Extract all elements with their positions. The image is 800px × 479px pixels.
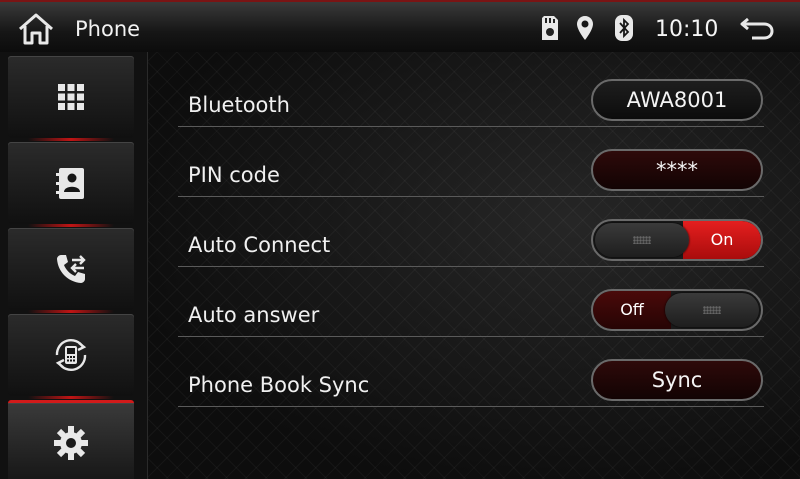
toggle-off-label: Off (593, 291, 671, 329)
toggle-knob[interactable] (595, 223, 689, 257)
call-transfer-icon (57, 255, 86, 283)
home-icon[interactable] (16, 11, 56, 47)
pin-code-label: PIN code (188, 163, 280, 187)
contacts-book-icon (56, 168, 84, 199)
settings-panel: Bluetooth AWA8001 PIN code **** Auto Con… (148, 52, 800, 479)
sidebar-item-settings[interactable] (8, 400, 134, 479)
sidebar-item-dialpad[interactable] (8, 56, 134, 141)
pin-code-row: PIN code **** (178, 127, 764, 197)
clock: 10:10 (655, 17, 719, 42)
phone-book-sync-label: Phone Book Sync (188, 373, 370, 397)
sidebar-item-call-log[interactable] (8, 228, 134, 313)
toggle-on-label: On (683, 221, 761, 259)
bluetooth-name-button[interactable]: AWA8001 (591, 79, 763, 121)
bluetooth-row: Bluetooth AWA8001 (178, 57, 764, 127)
location-pin-icon (577, 16, 593, 40)
gear-icon (54, 426, 88, 460)
bluetooth-icon (615, 15, 633, 41)
auto-connect-row: Auto Connect On (178, 197, 764, 267)
back-icon[interactable] (738, 13, 776, 43)
page-title: Phone (75, 17, 141, 41)
phone-book-sync-row: Phone Book Sync Sync (178, 337, 764, 407)
top-bar: Phone 10:10 (0, 0, 800, 52)
sidebar-item-contacts[interactable] (8, 142, 134, 227)
pin-code-button[interactable]: **** (591, 149, 763, 191)
auto-answer-row: Auto answer Off (178, 267, 764, 337)
sd-card-icon (542, 16, 558, 40)
sidebar (0, 52, 148, 479)
auto-answer-label: Auto answer (188, 303, 320, 327)
phone-sync-icon (55, 339, 87, 371)
sidebar-item-phone-sync[interactable] (8, 314, 134, 399)
auto-answer-toggle[interactable]: Off (591, 289, 763, 331)
auto-connect-label: Auto Connect (188, 233, 331, 257)
bluetooth-label: Bluetooth (188, 93, 290, 117)
auto-connect-toggle[interactable]: On (591, 219, 763, 261)
toggle-knob[interactable] (665, 293, 759, 327)
sync-button[interactable]: Sync (591, 359, 763, 401)
dialpad-grid-icon (58, 84, 84, 110)
